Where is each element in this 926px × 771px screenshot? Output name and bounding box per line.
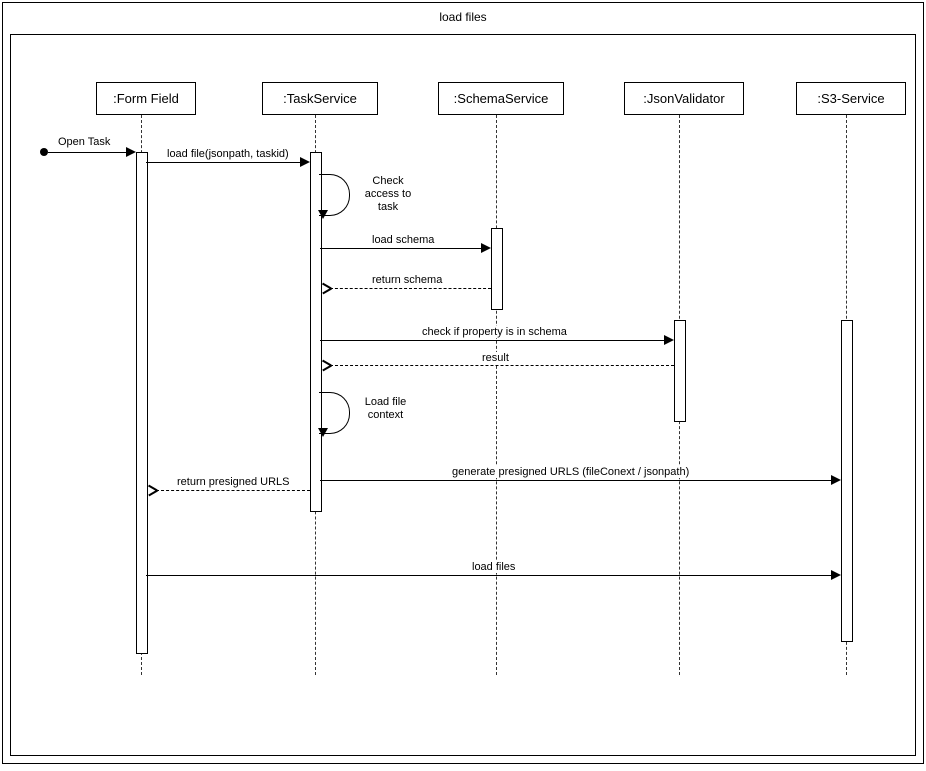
label-generate-presigned: generate presigned URLS (fileConext / js… (450, 466, 691, 478)
arrowhead-result (322, 360, 332, 370)
activation-json-validator (674, 320, 686, 422)
activation-s3-service (841, 320, 853, 642)
lifeline-schema-service (496, 115, 497, 675)
label-load-context: Load file context (356, 396, 415, 422)
arrow-return-presigned (156, 490, 310, 491)
participant-schema-service: :SchemaService (438, 82, 564, 115)
arrow-open-task (48, 152, 128, 153)
participant-form-field: :Form Field (96, 82, 196, 115)
arrowhead-return-presigned (148, 485, 158, 495)
participant-s3-service: :S3-Service (796, 82, 906, 115)
self-arrow-check-access (318, 210, 328, 219)
diagram-title: load files (0, 10, 926, 24)
arrow-return-schema (330, 288, 491, 289)
arrowhead-generate-presigned (831, 475, 841, 485)
activation-schema-service (491, 228, 503, 310)
label-open-task: Open Task (56, 136, 112, 148)
arrowhead-load-files (831, 570, 841, 580)
arrow-load-file (146, 162, 302, 163)
arrowhead-load-file (300, 157, 310, 167)
participant-task-service: :TaskService (262, 82, 378, 115)
activation-form-field (136, 152, 148, 654)
participant-json-validator: :JsonValidator (624, 82, 744, 115)
arrow-load-schema (320, 248, 483, 249)
label-result: result (480, 352, 511, 364)
label-load-file: load file(jsonpath, taskid) (165, 148, 291, 160)
label-load-schema: load schema (370, 234, 436, 246)
label-load-files: load files (470, 561, 517, 573)
found-message-circle (40, 148, 48, 156)
arrow-result (330, 365, 674, 366)
self-arrow-load-context (318, 428, 328, 437)
arrow-generate-presigned (320, 480, 833, 481)
arrow-load-files (146, 575, 833, 576)
label-return-presigned: return presigned URLS (175, 476, 292, 488)
label-return-schema: return schema (370, 274, 444, 286)
arrowhead-open-task (126, 147, 136, 157)
arrow-check-property (320, 340, 666, 341)
diagram-container: load files :Form Field :TaskService :Sch… (0, 0, 926, 771)
arrowhead-return-schema (322, 283, 332, 293)
arrowhead-check-property (664, 335, 674, 345)
arrowhead-load-schema (481, 243, 491, 253)
label-check-access: Check access to task (356, 175, 420, 215)
label-check-property: check if property is in schema (420, 326, 569, 338)
